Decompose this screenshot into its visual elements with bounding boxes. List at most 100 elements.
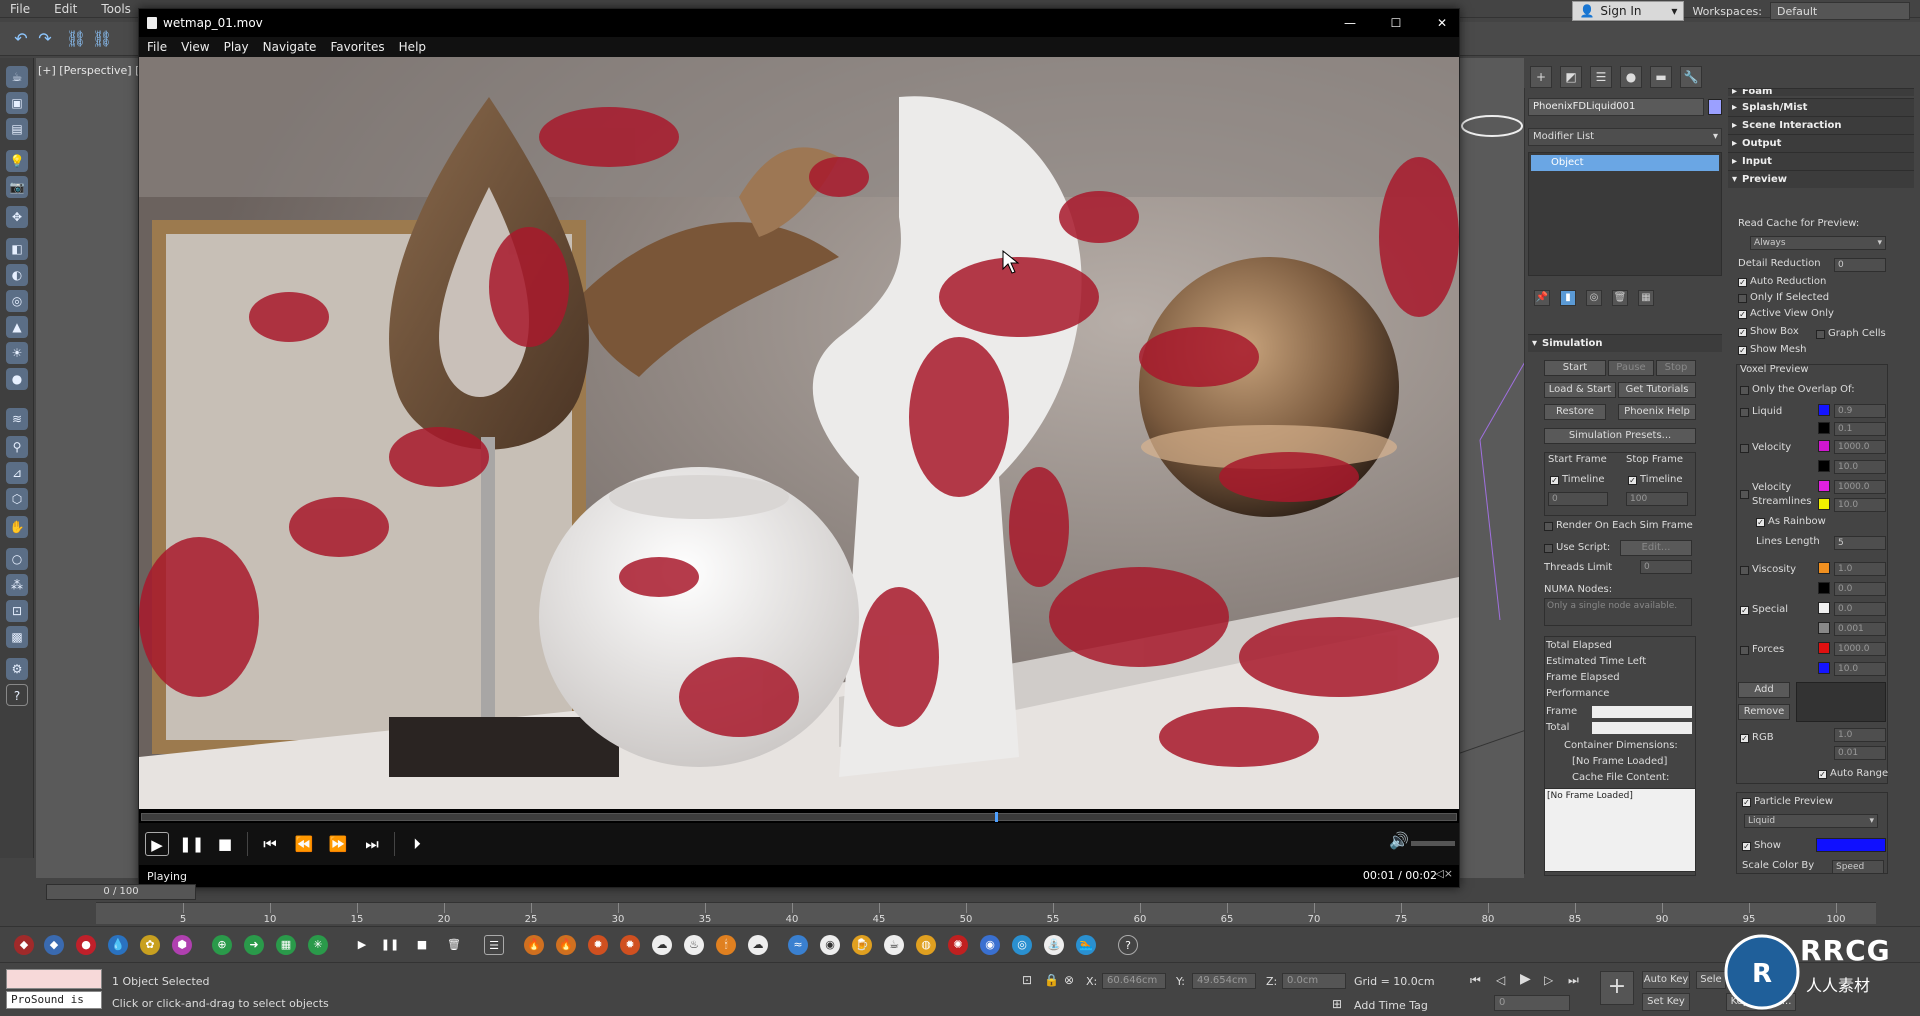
z-coord-field[interactable]: 0.0cm — [1282, 973, 1346, 989]
frame-step-icon[interactable]: ⏵ — [405, 832, 429, 856]
player-menu-help[interactable]: Help — [399, 40, 426, 54]
play-animation-icon[interactable]: ▶ — [1520, 971, 1531, 987]
sphere-light-icon[interactable]: ◐ — [6, 264, 28, 286]
fast-forward-icon[interactable]: ⏩ — [326, 832, 350, 856]
pin-stack-icon[interactable]: 📌 — [1534, 290, 1550, 306]
tap-preset-icon[interactable]: ⛲ — [1044, 935, 1064, 955]
steam-preset-icon[interactable]: ♨ — [684, 935, 704, 955]
pool-preset-icon[interactable]: 🏊 — [1076, 935, 1096, 955]
hand-icon[interactable]: ✋ — [6, 516, 28, 538]
time-slider[interactable]: 0 / 100 — [46, 884, 196, 900]
helper-icon[interactable]: ✥ — [6, 206, 28, 228]
edit-script-button[interactable]: Edit... — [1620, 540, 1692, 556]
skip-back-icon[interactable]: ⏮ — [258, 832, 282, 856]
stop-icon[interactable]: ■ — [213, 832, 237, 856]
volume-slider[interactable] — [1411, 841, 1455, 846]
cloud-preset-icon[interactable]: ☁ — [748, 935, 768, 955]
milk-preset-icon[interactable]: ◉ — [820, 935, 840, 955]
phoenix-help-button[interactable]: Phoenix Help — [1618, 404, 1696, 420]
streamlines-spinner-1[interactable]: 1000.0 — [1834, 480, 1886, 494]
preview-header[interactable]: Preview — [1728, 170, 1914, 188]
set-key-big-icon[interactable]: + — [1600, 971, 1634, 1005]
liquid-color-2[interactable] — [1818, 422, 1830, 434]
use-script-checkbox[interactable] — [1544, 544, 1553, 553]
forces-color-2[interactable] — [1818, 662, 1830, 674]
viewport-label[interactable]: [+] [Perspective] [ — [38, 64, 139, 77]
pause-sim-icon[interactable]: ❚❚ — [380, 935, 400, 955]
load-start-button[interactable]: Load & Start — [1544, 382, 1616, 398]
simulation-header[interactable]: Simulation — [1528, 334, 1722, 352]
start-button[interactable]: Start — [1544, 360, 1606, 376]
teapot-icon[interactable]: ☕ — [6, 66, 28, 88]
forces-spinner-1[interactable]: 1000.0 — [1834, 642, 1886, 656]
active-view-only-checkbox[interactable]: ✓ — [1738, 310, 1747, 319]
player-menu-play[interactable]: Play — [224, 40, 249, 54]
show-box-checkbox[interactable]: ✓ — [1738, 328, 1747, 337]
phoenix-liquid-icon[interactable]: ◆ — [14, 935, 34, 955]
maximize-icon[interactable]: ☐ — [1381, 13, 1411, 33]
rgb-checkbox[interactable]: ✓ — [1740, 734, 1749, 743]
time-tag-icon[interactable]: ⊞ — [1332, 997, 1342, 1011]
stop-button[interactable]: Stop — [1656, 360, 1696, 376]
set-key-button[interactable]: Set Key — [1642, 993, 1690, 1011]
object-color-swatch[interactable] — [1708, 99, 1722, 115]
player-menu-favorites[interactable]: Favorites — [330, 40, 384, 54]
viscosity-spinner-1[interactable]: 1.0 — [1834, 562, 1886, 576]
beer-preset-icon[interactable]: 🍺 — [852, 935, 872, 955]
plane-object-icon[interactable]: ⊿ — [6, 462, 28, 484]
velocity-spinner-1[interactable]: 1000.0 — [1834, 440, 1886, 454]
y-coord-field[interactable]: 49.654cm — [1192, 973, 1256, 989]
lines-length-spinner[interactable]: 5 — [1834, 536, 1886, 550]
utilities-tab-icon[interactable]: 🔧 — [1680, 66, 1702, 88]
pause-button[interactable]: Pause — [1608, 360, 1654, 376]
motion-tab-icon[interactable]: ● — [1620, 66, 1642, 88]
particle-color-swatch[interactable] — [1816, 838, 1886, 852]
remove-button[interactable]: Remove — [1738, 704, 1790, 720]
isolate-icon[interactable]: ⊡ — [1022, 973, 1032, 987]
player-menu-file[interactable]: File — [147, 40, 167, 54]
configure-sets-icon[interactable]: ▦ — [1638, 290, 1654, 306]
rewind-icon[interactable]: ⏪ — [292, 832, 316, 856]
audio-icon[interactable]: ◁× — [1435, 867, 1453, 880]
streamlines-color-1[interactable] — [1818, 480, 1830, 492]
stop-timeline-checkbox[interactable]: ✓ — [1628, 476, 1637, 485]
seek-bar-handle[interactable] — [995, 812, 999, 822]
help-icon[interactable]: ? — [6, 684, 28, 706]
splash-mist-header[interactable]: Splash/Mist — [1728, 98, 1914, 116]
show-end-result-icon[interactable]: ▮ — [1560, 290, 1576, 306]
menu-edit[interactable]: Edit — [54, 2, 77, 16]
forces-color-1[interactable] — [1818, 642, 1830, 654]
explosion-preset-2-icon[interactable]: ✹ — [620, 935, 640, 955]
next-frame-icon[interactable]: ▷ — [1544, 973, 1553, 987]
special-color-2[interactable] — [1818, 622, 1830, 634]
restore-button[interactable]: Restore — [1544, 404, 1606, 420]
output-header[interactable]: Output — [1728, 134, 1914, 152]
stop-frame-spinner[interactable]: 100 — [1626, 492, 1688, 506]
absolute-mode-icon[interactable]: ⊗ — [1064, 973, 1074, 987]
shader-icon[interactable]: ⬢ — [172, 935, 192, 955]
modify-tab-icon[interactable]: ◩ — [1560, 66, 1582, 88]
delete-cache-icon[interactable]: 🗑 — [444, 935, 464, 955]
velocity-streamlines-checkbox[interactable] — [1740, 490, 1749, 499]
fire-preset-icon[interactable]: 🔥 — [524, 935, 544, 955]
scene-interaction-header[interactable]: Scene Interaction — [1728, 116, 1914, 134]
phoenix-fire-icon[interactable]: ◆ — [44, 935, 64, 955]
previous-frame-icon[interactable]: ◁ — [1496, 973, 1505, 987]
rgb-spinner-2[interactable]: 0.01 — [1834, 746, 1886, 760]
forces-spinner-2[interactable]: 10.0 — [1834, 662, 1886, 676]
pause-icon[interactable]: ❚❚ — [179, 832, 204, 856]
particle-icon[interactable]: ✿ — [140, 935, 160, 955]
drop-icon[interactable]: 💧 — [108, 935, 128, 955]
light-icon[interactable]: 💡 — [6, 150, 28, 172]
read-cache-dropdown[interactable]: Always ▾ — [1750, 236, 1886, 250]
velocity-spinner-2[interactable]: 10.0 — [1834, 460, 1886, 474]
mesh-light-icon[interactable]: ◎ — [6, 290, 28, 312]
molecule-icon[interactable]: ⁂ — [6, 574, 28, 596]
current-frame-field[interactable]: 0 — [1494, 995, 1570, 1011]
water-preset-icon[interactable]: ◉ — [980, 935, 1000, 955]
undo-icon[interactable]: ↶ — [12, 30, 30, 48]
camera-icon[interactable]: 📷 — [6, 176, 28, 198]
render-icon[interactable]: ▩ — [6, 626, 28, 648]
particle-preview-checkbox[interactable]: ✓ — [1742, 798, 1751, 807]
liquid-checkbox[interactable] — [1740, 408, 1749, 417]
